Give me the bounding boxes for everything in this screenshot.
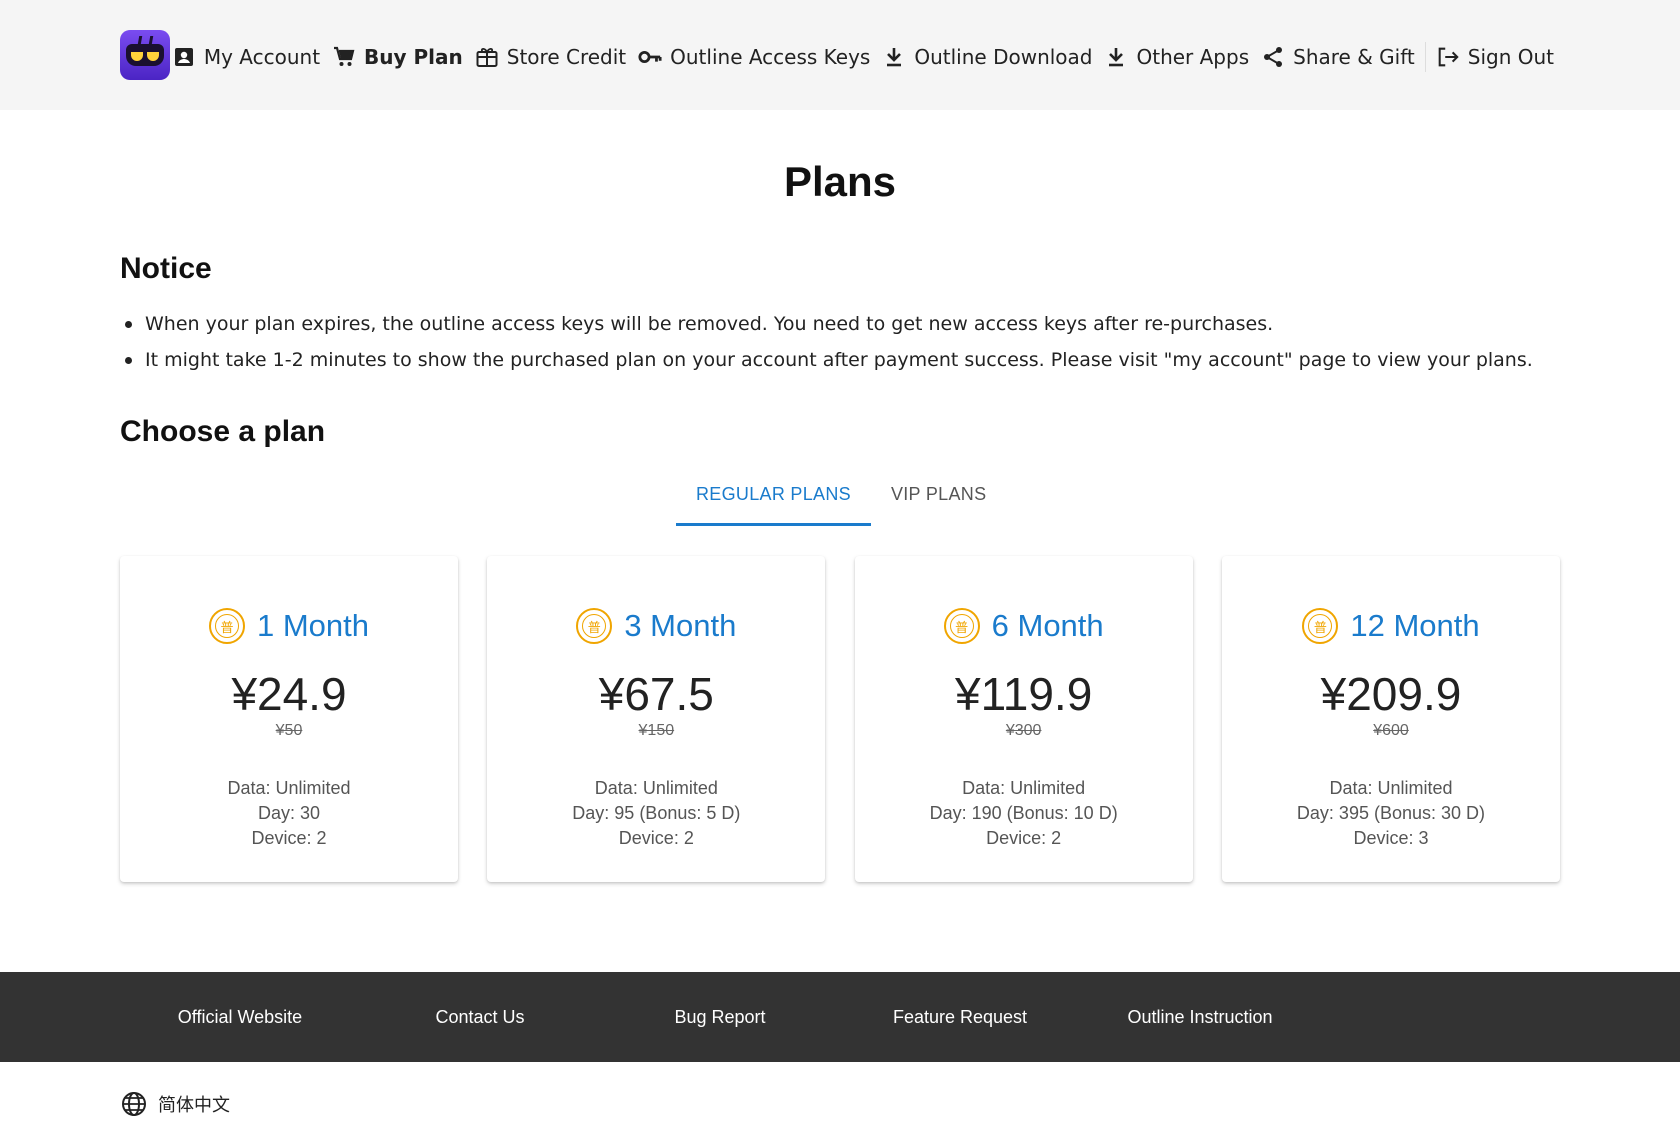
regular-badge-icon: 普 [208,608,245,644]
footer-link-bug-report[interactable]: Bug Report [600,972,840,1062]
footer-link-contact-us[interactable]: Contact Us [360,972,600,1062]
plan-devices: Device: 2 [986,828,1062,848]
nav-store-credit[interactable]: Store Credit [469,38,632,76]
regular-badge-icon: 普 [1302,608,1339,644]
choose-plan-heading: Choose a plan [120,415,326,448]
nav-label: Other Apps [1136,45,1250,69]
download-icon [1104,45,1128,69]
regular-badge-icon: 普 [943,608,980,644]
plan-original-price: ¥600 [1373,722,1409,739]
gift-card-icon [475,45,499,69]
notice-item: When your plan expires, the outline acce… [120,306,1560,342]
plan-price: ¥119.9 [955,668,1093,720]
language-switcher[interactable]: 简体中文 [120,1090,230,1118]
nav-my-account[interactable]: My Account [166,38,326,76]
tab-regular-plans[interactable]: REGULAR PLANS [676,472,871,526]
plan-details: Data: Unlimited Day: 30 Device: 2 [120,776,458,851]
footer-link-outline-instruction[interactable]: Outline Instruction [1080,972,1320,1062]
plan-tabs: REGULAR PLANS VIP PLANS [676,472,1006,526]
plan-name: 1 Month [256,608,369,643]
plan-data: Data: Unlimited [594,778,718,798]
plan-details: Data: Unlimited Day: 95 (Bonus: 5 D) Dev… [487,776,825,851]
nav-label: Share & Gift [1293,45,1415,69]
plan-original-price: ¥50 [275,722,303,739]
nav-other-apps[interactable]: Other Apps [1098,38,1255,76]
nav-outline-download[interactable]: Outline Download [876,38,1098,76]
plan-original-price: ¥150 [638,722,675,739]
nav-divider [1424,42,1426,72]
plan-card-header: 普 12 Month [1222,606,1560,646]
globe-icon [120,1090,148,1118]
plan-card-header: 普 6 Month [855,606,1193,646]
plan-original-price: ¥300 [1005,722,1042,739]
plan-days: Day: 30 [257,803,321,823]
regular-badge-icon: 普 [576,608,613,644]
plan-card-6-month[interactable]: 普 6 Month ¥119.9 ¥300 Data: Unlimited Da… [854,556,1193,882]
plan-cards: 普 1 Month ¥24.9 ¥50 Data: Unlimited Day:… [120,556,1560,882]
plan-data: Data: Unlimited [1329,778,1453,798]
top-header: My Account Buy Plan Store Credit Outline… [0,0,1680,110]
plan-devices: Device: 2 [618,828,694,848]
plan-price: ¥209.9 [1320,668,1462,720]
footer-link-feature-request[interactable]: Feature Request [840,972,1080,1062]
nav-label: Outline Access Keys [670,45,871,69]
main-nav: My Account Buy Plan Store Credit Outline… [166,38,1560,76]
nav-buy-plan[interactable]: Buy Plan [326,38,469,76]
plan-card-1-month[interactable]: 普 1 Month ¥24.9 ¥50 Data: Unlimited Day:… [120,556,458,882]
plan-days: Day: 95 (Bonus: 5 D) [572,803,741,823]
plan-name: 6 Month [991,608,1104,643]
nav-label: Outline Download [914,45,1093,69]
share-icon [1261,45,1285,69]
app-logo[interactable] [120,30,170,80]
footer-link-official-website[interactable]: Official Website [120,972,360,1062]
logout-icon [1436,45,1460,69]
nav-sign-out[interactable]: Sign Out [1430,38,1560,76]
plan-card-12-month[interactable]: 普 12 Month ¥209.9 ¥600 Data: Unlimited D… [1221,556,1560,882]
language-label: 简体中文 [158,1095,230,1116]
notice-heading: Notice [120,252,212,285]
plan-price: ¥67.5 [598,668,714,720]
plan-data: Data: Unlimited [962,778,1086,798]
plan-days: Day: 395 (Bonus: 30 D) [1296,803,1486,823]
plan-name: 12 Month [1350,608,1480,643]
plan-details: Data: Unlimited Day: 190 (Bonus: 10 D) D… [855,776,1193,851]
nav-outline-access-keys[interactable]: Outline Access Keys [632,38,876,76]
plan-days: Day: 190 (Bonus: 10 D) [929,803,1118,823]
nav-label: Store Credit [506,45,627,69]
plan-devices: Device: 3 [1353,828,1429,848]
plan-card-3-month[interactable]: 普 3 Month ¥67.5 ¥150 Data: Unlimited Day… [487,556,826,882]
plan-card-header: 普 3 Month [487,606,825,646]
plan-devices: Device: 2 [251,828,327,848]
nav-label: Buy Plan [364,45,463,69]
footer: Official Website Contact Us Bug Report F… [0,972,1680,1062]
key-icon [638,45,662,69]
plan-name: 3 Month [624,608,737,643]
cart-icon [332,45,356,69]
plan-details: Data: Unlimited Day: 395 (Bonus: 30 D) D… [1222,776,1560,851]
account-box-icon [172,45,196,69]
plan-card-header: 普 1 Month [120,606,458,646]
nav-share-gift[interactable]: Share & Gift [1255,38,1421,76]
nav-label: My Account [203,45,321,69]
download-icon [882,45,906,69]
notice-item: It might take 1-2 minutes to show the pu… [120,342,1560,378]
nav-label: Sign Out [1467,45,1554,69]
plan-price: ¥24.9 [231,668,347,720]
notice-list: When your plan expires, the outline acce… [120,306,1560,378]
plan-data: Data: Unlimited [227,778,351,798]
page-title: Plans [783,158,897,205]
tab-vip-plans[interactable]: VIP PLANS [871,472,1006,526]
